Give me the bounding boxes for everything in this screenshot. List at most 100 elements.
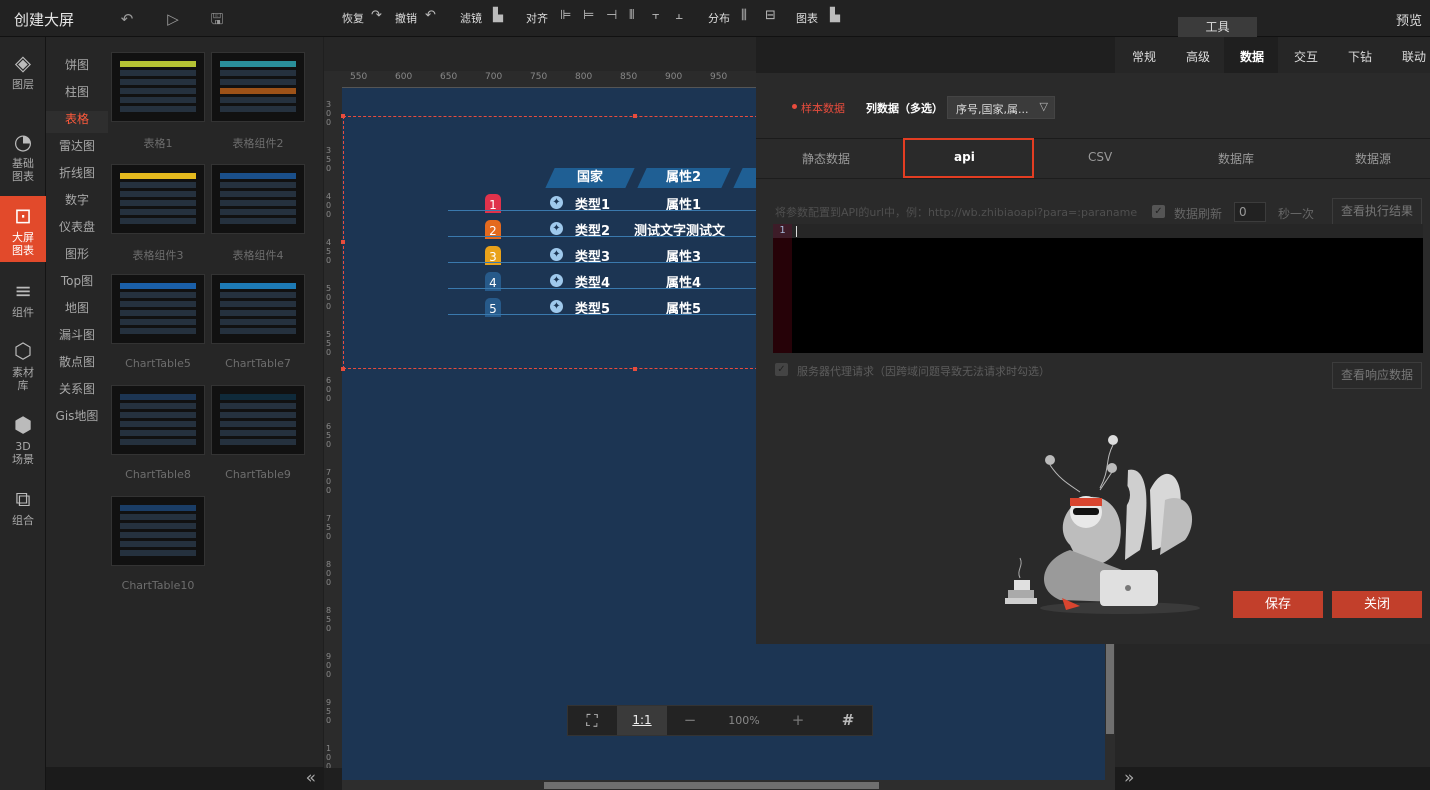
nav-item-4[interactable]: ⬡ 素材库	[0, 335, 46, 395]
category-item[interactable]: Gis地图	[46, 408, 108, 430]
zoom-out-button[interactable]: −	[667, 706, 713, 735]
chart-thumbnail[interactable]	[111, 385, 205, 455]
left-collapse-bar[interactable]: «	[46, 767, 324, 790]
distribute-button[interactable]: 分布	[708, 10, 730, 26]
source-tab-3[interactable]: 数据库	[1218, 150, 1254, 167]
save-button[interactable]: 保存	[1233, 591, 1323, 618]
resize-handle[interactable]	[341, 367, 345, 371]
filter-button[interactable]: 滤镜	[460, 10, 482, 26]
resize-handle[interactable]	[633, 114, 637, 118]
nav-item-6[interactable]: ⧉ 组合	[0, 483, 46, 531]
thumbnail-label: 表格组件3	[132, 249, 184, 262]
chart-thumbnail[interactable]	[111, 274, 205, 344]
col-data-select[interactable]: 序号,国家,属... ▽	[947, 96, 1055, 119]
category-item[interactable]: 散点图	[46, 354, 108, 376]
distribute-h-icon[interactable]: ⫼	[741, 8, 747, 23]
view-response-button[interactable]: 查看响应数据	[1332, 362, 1422, 389]
nav-item-5[interactable]: ⬢ 3D 场景	[0, 409, 46, 469]
api-url-placeholder[interactable]: 将参数配置到API的url中，例：http://wb.zhibiaoapi?pa…	[775, 204, 1137, 220]
chart-thumbnail[interactable]	[211, 385, 305, 455]
tool-tab[interactable]: 工具	[1178, 17, 1257, 37]
align-bottom-icon[interactable]: ⫠	[675, 8, 683, 23]
source-tab-0[interactable]: 静态数据	[802, 150, 850, 167]
proxy-checkbox[interactable]: ✓	[775, 363, 788, 376]
right-tab-5[interactable]: 联动	[1402, 48, 1426, 65]
triangle-down-icon[interactable]: ▽	[1040, 100, 1048, 113]
category-item[interactable]: 关系图	[46, 381, 108, 403]
thumb-row	[120, 173, 196, 179]
category-item[interactable]: 饼图	[46, 57, 108, 79]
align-right-icon[interactable]: ⊣	[606, 8, 617, 23]
category-item[interactable]: 数字	[46, 192, 108, 214]
chart-thumbnail[interactable]	[111, 164, 205, 234]
nav-item-3[interactable]: ≡ 组件	[0, 275, 46, 323]
category-item[interactable]: 折线图	[46, 165, 108, 187]
category-item[interactable]: 柱图	[46, 84, 108, 106]
thumb-row	[120, 79, 196, 85]
resize-handle[interactable]	[341, 114, 345, 118]
close-button[interactable]: 关闭	[1332, 591, 1422, 618]
grid-icon[interactable]: #	[823, 706, 873, 735]
redo-icon[interactable]: ↷	[371, 8, 382, 23]
source-tab-1[interactable]: api	[954, 150, 975, 164]
right-collapse-bar[interactable]: »	[1115, 767, 1430, 790]
undo-icon[interactable]: ↶	[425, 8, 436, 23]
right-tab-0[interactable]: 常规	[1132, 48, 1156, 65]
play-icon[interactable]: ▷	[163, 9, 183, 29]
editor-active-line[interactable]	[792, 224, 1423, 238]
align-top-icon[interactable]: ⫟	[652, 8, 660, 23]
zoom-in-button[interactable]: +	[775, 706, 821, 735]
category-item[interactable]: 图形	[46, 246, 108, 268]
category-item[interactable]: 仪表盘	[46, 219, 108, 241]
chart-thumbnail[interactable]	[111, 496, 205, 566]
category-item[interactable]: 漏斗图	[46, 327, 108, 349]
chart-thumbnail[interactable]	[211, 274, 305, 344]
right-tab-2[interactable]: 数据	[1240, 48, 1264, 65]
back-icon[interactable]: ↶	[117, 9, 137, 29]
chart-thumbnail[interactable]	[211, 52, 305, 122]
resize-handle[interactable]	[633, 367, 637, 371]
category-item[interactable]: 地图	[46, 300, 108, 322]
double-chevron-right-icon[interactable]: »	[1124, 768, 1134, 788]
one-to-one-button[interactable]: 1:1	[617, 706, 667, 735]
vertical-scroll-thumb[interactable]	[1106, 640, 1114, 734]
source-tab-2[interactable]: CSV	[1088, 150, 1112, 164]
align-center-icon[interactable]: ⊨	[583, 8, 594, 23]
chart-button[interactable]: 图表	[796, 10, 818, 26]
align-vcenter-icon[interactable]: ⫴	[629, 8, 634, 23]
distribute-v-icon[interactable]: ⊟	[765, 8, 776, 23]
fit-screen-icon[interactable]: ⛶	[567, 706, 617, 735]
right-tab-3[interactable]: 交互	[1294, 48, 1318, 65]
restore-button[interactable]: 恢复	[342, 10, 364, 26]
api-code-editor[interactable]	[773, 224, 1423, 353]
chart-thumbnail[interactable]	[211, 164, 305, 234]
undo-button[interactable]: 撤销	[395, 10, 417, 26]
chart-thumbnail[interactable]	[111, 52, 205, 122]
sample-data-link[interactable]: 样本数据	[801, 100, 845, 116]
thumb-row	[220, 412, 296, 418]
refresh-input[interactable]: 0	[1234, 202, 1266, 222]
preview-button[interactable]: 预览	[1396, 10, 1422, 29]
nav-item-0[interactable]: ◈ 图层	[0, 47, 46, 99]
right-tab-4[interactable]: 下钻	[1348, 48, 1372, 65]
thumb-row	[220, 191, 296, 197]
view-result-button[interactable]: 查看执行结果	[1332, 198, 1422, 225]
nav-item-1[interactable]: ◔ 基础 图表	[0, 126, 46, 186]
selection-box[interactable]	[343, 116, 763, 369]
filter-chart-icon[interactable]: ▙	[493, 8, 503, 23]
category-item[interactable]: Top图	[46, 273, 108, 295]
chart-icon[interactable]: ▙	[830, 8, 840, 23]
save-icon[interactable]: 🖫	[207, 9, 227, 29]
resize-handle[interactable]	[341, 240, 345, 244]
thumb-row	[120, 541, 196, 547]
align-button[interactable]: 对齐	[526, 10, 548, 26]
source-tab-4[interactable]: 数据源	[1355, 150, 1391, 167]
category-item[interactable]: 表格	[46, 111, 108, 133]
align-left-icon[interactable]: ⊫	[560, 8, 571, 23]
double-chevron-left-icon[interactable]: «	[306, 768, 316, 788]
right-tab-1[interactable]: 高级	[1186, 48, 1210, 65]
nav-item-2[interactable]: ⊡ 大屏 图表	[0, 196, 46, 262]
refresh-checkbox[interactable]: ✓	[1152, 205, 1165, 218]
category-item[interactable]: 雷达图	[46, 138, 108, 160]
horizontal-scroll-thumb[interactable]	[544, 782, 879, 789]
